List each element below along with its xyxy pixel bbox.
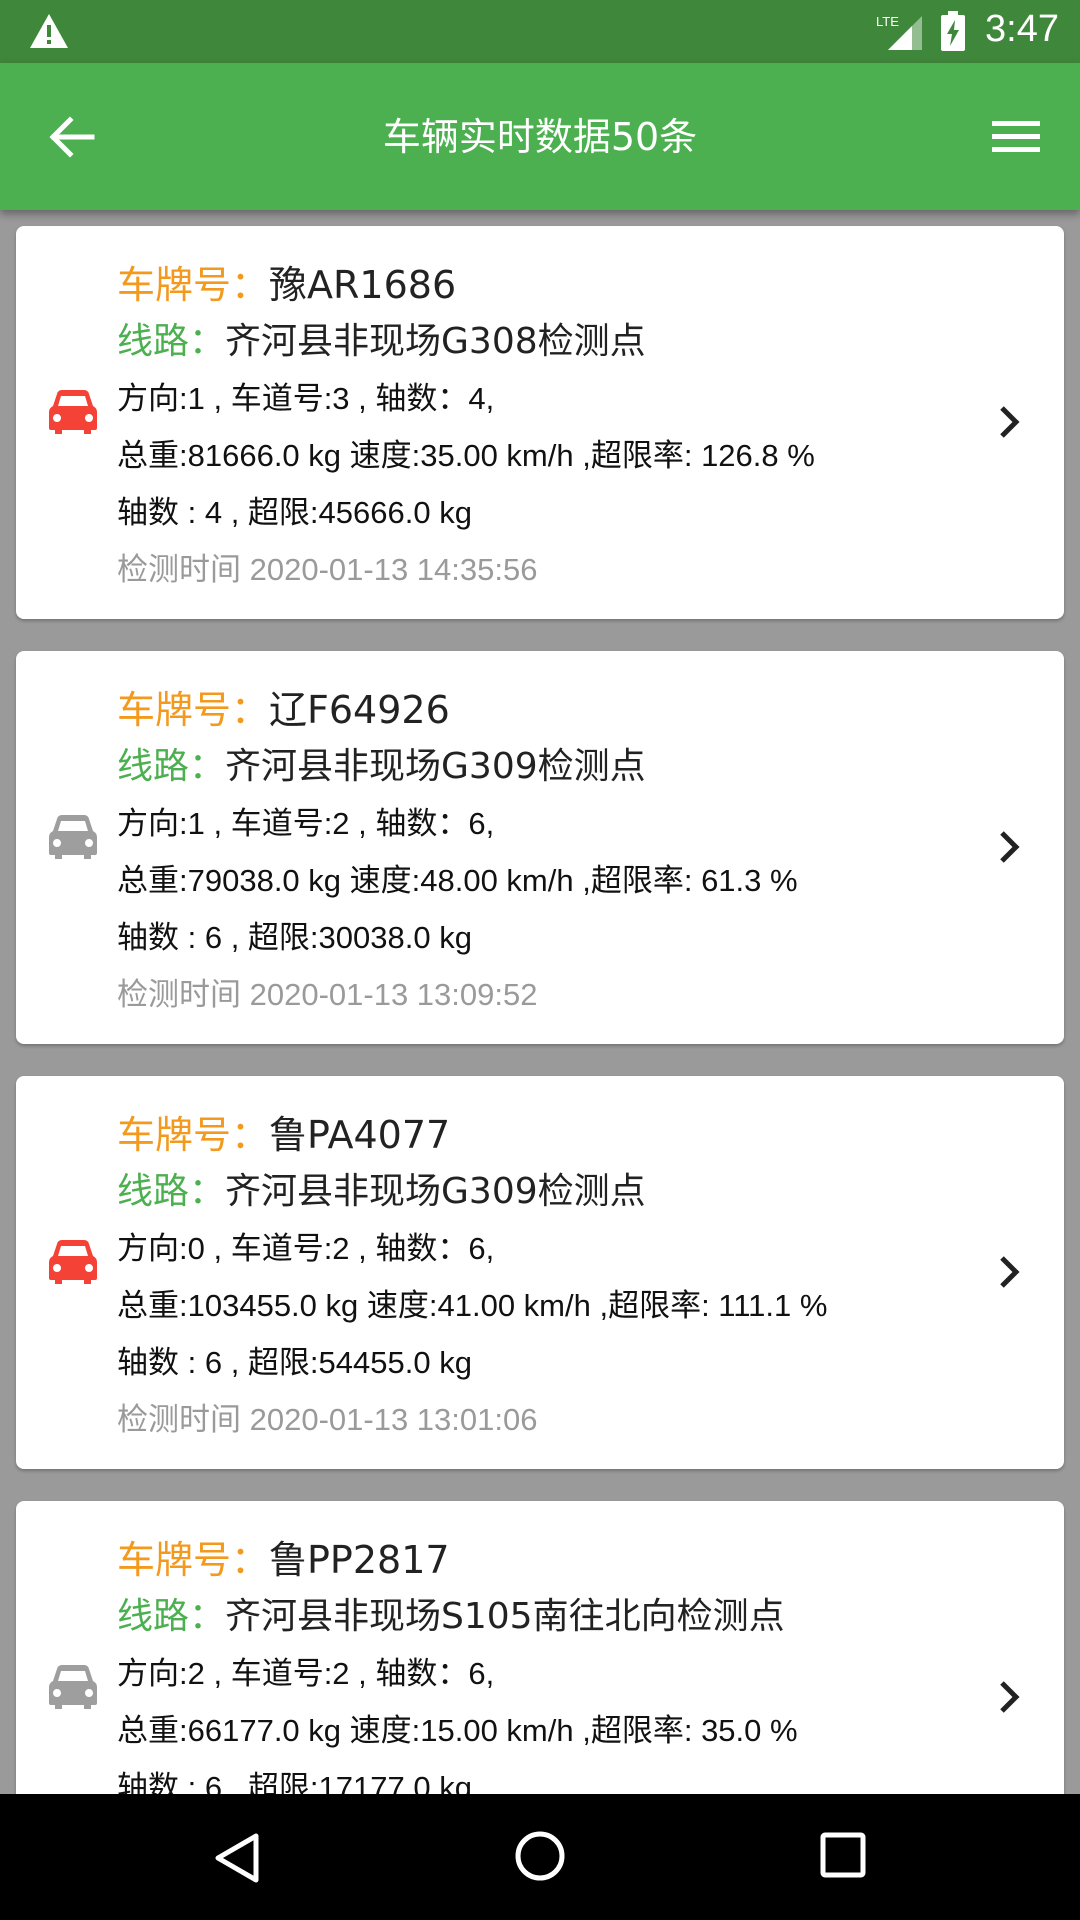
route-name: 齐河县非现场G309检测点 <box>225 1171 646 1212</box>
detection-time: 检测时间 2020-01-13 13:09:52 <box>117 977 538 1012</box>
system-nav-bar <box>0 1794 1080 1920</box>
car-icon <box>49 1240 97 1284</box>
route-name: 齐河县非现场G308检测点 <box>225 321 646 362</box>
home-circle-icon[interactable] <box>514 1830 566 1882</box>
weight-speed-info: 总重:66177.0 kg 速度:15.00 km/h ,超限率: 35.0 % <box>117 1713 798 1748</box>
status-bar: LTE 3:47 <box>0 0 1080 63</box>
chevron-right-icon[interactable] <box>996 1252 1024 1292</box>
svg-text:LTE: LTE <box>876 14 899 29</box>
page-title: 车辆实时数据50条 <box>382 115 698 159</box>
weight-speed-info: 总重:79038.0 kg 速度:48.00 km/h ,超限率: 61.3 % <box>117 863 798 898</box>
route-name: 齐河县非现场G309检测点 <box>225 746 646 787</box>
plate-number: 鲁PP2817 <box>269 1538 450 1582</box>
plate-line: 车牌号：辽F64926 <box>117 688 450 732</box>
overload-info: 轴数 : 6 , 超限:17177.0 kg <box>117 1770 472 1794</box>
plate-line: 车牌号：鲁PP2817 <box>117 1538 450 1582</box>
recents-square-icon[interactable] <box>820 1832 866 1878</box>
plate-line: 车牌号：豫AR1686 <box>117 263 457 307</box>
lane-info: 方向:1 , 车道号:3 , 轴数：4, <box>117 381 495 416</box>
weight-speed-info: 总重:81666.0 kg 速度:35.00 km/h ,超限率: 126.8 … <box>117 438 815 473</box>
chevron-right-icon[interactable] <box>996 402 1024 442</box>
vehicle-record-card[interactable]: 车牌号：豫AR1686 线路：齐河县非现场G308检测点 方向:1 , 车道号:… <box>16 226 1064 619</box>
weight-speed-info: 总重:103455.0 kg 速度:41.00 km/h ,超限率: 111.1… <box>117 1288 828 1323</box>
battery-charging-icon <box>941 11 965 51</box>
detection-time: 检测时间 2020-01-13 14:35:56 <box>117 552 538 587</box>
route-name: 齐河县非现场S105南往北向检测点 <box>225 1596 785 1637</box>
vehicle-record-card[interactable]: 车牌号：鲁PP2817 线路：齐河县非现场S105南往北向检测点 方向:2 , … <box>16 1501 1064 1794</box>
app-bar: 车辆实时数据50条 <box>0 63 1080 210</box>
plate-line: 车牌号：鲁PA4077 <box>117 1113 451 1157</box>
vehicle-record-card[interactable]: 车牌号：鲁PA4077 线路：齐河县非现场G309检测点 方向:0 , 车道号:… <box>16 1076 1064 1469</box>
car-icon <box>49 1665 97 1709</box>
plate-number: 鲁PA4077 <box>269 1113 451 1157</box>
vehicle-record-card[interactable]: 车牌号：辽F64926 线路：齐河县非现场G309检测点 方向:1 , 车道号:… <box>16 651 1064 1044</box>
lte-signal-icon: LTE <box>876 14 922 50</box>
route-line: 线路：齐河县非现场G308检测点 <box>117 321 646 362</box>
clock: 3:47 <box>985 8 1059 50</box>
car-icon <box>49 390 97 434</box>
back-triangle-icon[interactable] <box>212 1832 262 1884</box>
lane-info: 方向:2 , 车道号:2 , 轴数：6, <box>117 1656 495 1691</box>
lane-info: 方向:1 , 车道号:2 , 轴数：6, <box>117 806 495 841</box>
lane-info: 方向:0 , 车道号:2 , 轴数：6, <box>117 1231 495 1266</box>
route-line: 线路：齐河县非现场G309检测点 <box>117 1171 646 1212</box>
overload-info: 轴数 : 4 , 超限:45666.0 kg <box>117 495 472 530</box>
plate-number: 辽F64926 <box>269 688 450 732</box>
warning-icon <box>30 14 68 48</box>
detection-time: 检测时间 2020-01-13 13:01:06 <box>117 1402 538 1437</box>
menu-icon[interactable] <box>990 115 1042 159</box>
overload-info: 轴数 : 6 , 超限:30038.0 kg <box>117 920 472 955</box>
vehicle-record-list[interactable]: 车牌号：豫AR1686 线路：齐河县非现场G308检测点 方向:1 , 车道号:… <box>0 210 1080 1794</box>
plate-number: 豫AR1686 <box>269 263 457 307</box>
chevron-right-icon[interactable] <box>996 827 1024 867</box>
car-icon <box>49 815 97 859</box>
overload-info: 轴数 : 6 , 超限:54455.0 kg <box>117 1345 472 1380</box>
route-line: 线路：齐河县非现场G309检测点 <box>117 746 646 787</box>
route-line: 线路：齐河县非现场S105南往北向检测点 <box>117 1596 785 1637</box>
chevron-right-icon[interactable] <box>996 1677 1024 1717</box>
